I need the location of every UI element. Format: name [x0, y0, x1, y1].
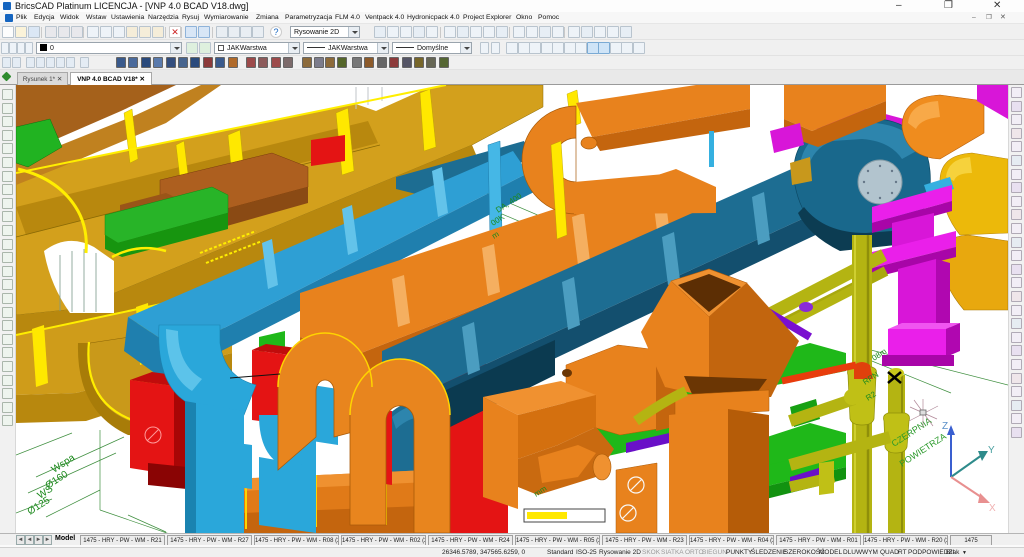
- svg-text:X: X: [989, 503, 996, 514]
- svg-text:Z: Z: [942, 421, 948, 432]
- svg-text:Y: Y: [988, 445, 995, 456]
